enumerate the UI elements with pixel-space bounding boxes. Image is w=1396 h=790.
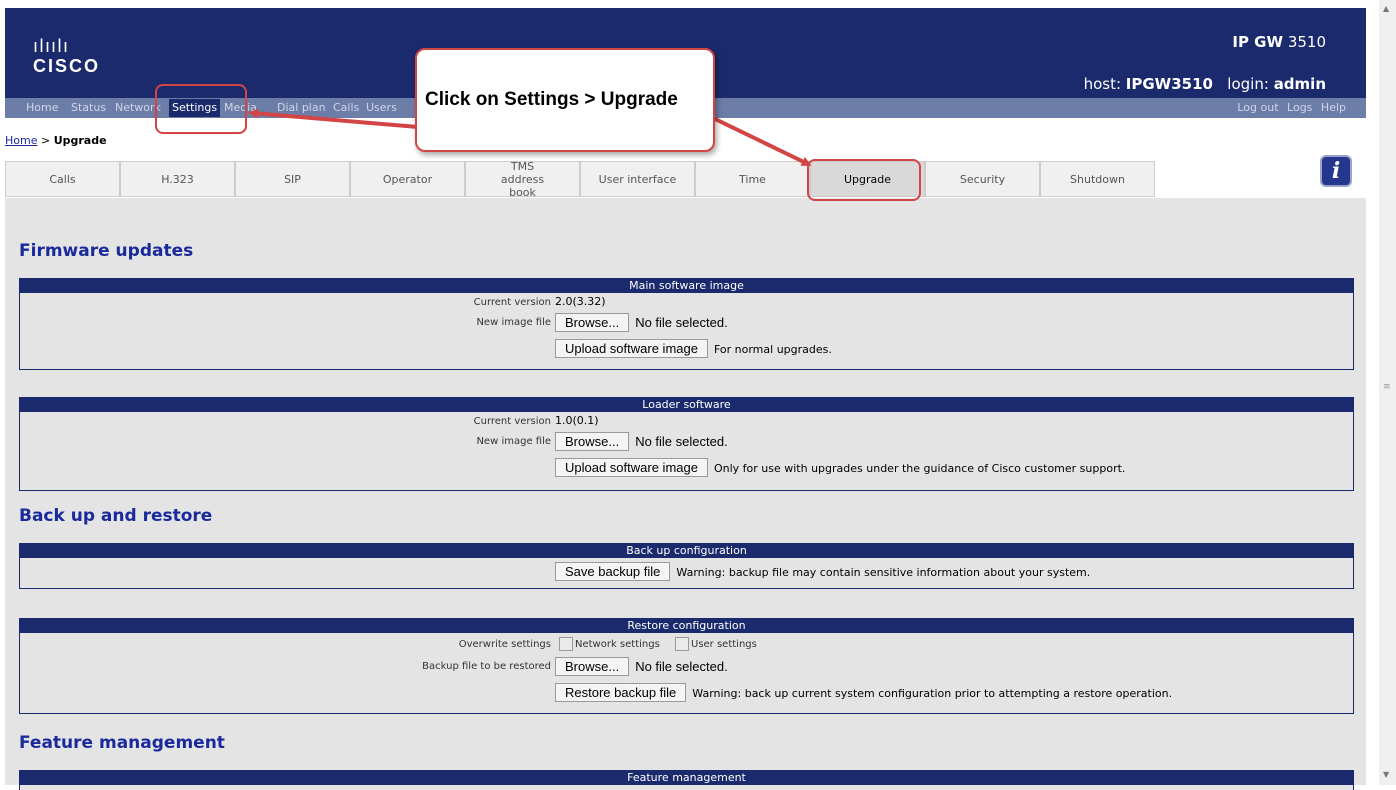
upgrade-highlight — [807, 159, 921, 201]
arrow-to-upgrade — [712, 116, 812, 166]
scroll-down-icon[interactable]: ▼ — [1383, 770, 1389, 779]
settings-highlight — [155, 84, 247, 134]
callout-text: Click on Settings > Upgrade — [425, 89, 678, 110]
instruction-callout: Click on Settings > Upgrade — [415, 48, 715, 152]
vertical-scrollbar[interactable]: ▲ ≡ ▼ — [1379, 0, 1396, 785]
arrow-to-settings — [248, 108, 419, 129]
scroll-up-icon[interactable]: ▲ — [1383, 4, 1389, 13]
scroll-grip-icon[interactable]: ≡ — [1383, 382, 1391, 392]
